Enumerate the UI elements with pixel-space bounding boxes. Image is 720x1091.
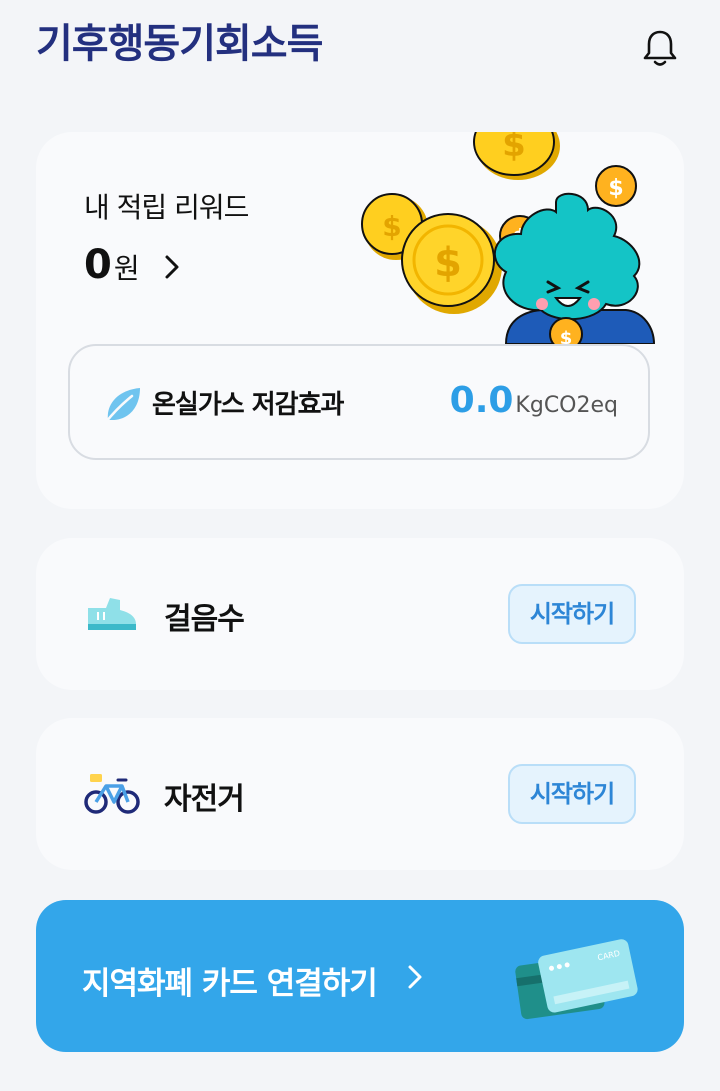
- start-walking-button[interactable]: 시작하기: [508, 584, 636, 644]
- leaf-icon: [104, 388, 140, 424]
- chevron-right-icon: [408, 965, 422, 989]
- svg-text:$: $: [382, 210, 401, 243]
- card-link-label: 지역화폐 카드 연결하기: [82, 966, 378, 1002]
- bell-icon[interactable]: [638, 26, 682, 70]
- mascot-coins-illustration: $ $ $ $ $: [361, 132, 656, 344]
- activity-label: 걸음수: [164, 602, 245, 637]
- start-bicycle-button[interactable]: 시작하기: [508, 764, 636, 824]
- reward-amount-link[interactable]: 0 원: [84, 242, 182, 292]
- bicycle-icon: [84, 774, 140, 814]
- ghg-value-group: 0.0 KgCO2eq: [450, 380, 618, 421]
- svg-text:$: $: [608, 176, 623, 201]
- ghg-label: 온실가스 저감효과: [152, 390, 344, 420]
- reward-card: 내 적립 리워드 0 원 $ $ $ $ $ 온실가스 저감효과 0.0 KgC…: [36, 132, 684, 509]
- shoe-icon: [88, 598, 136, 630]
- svg-text:$: $: [502, 132, 526, 165]
- svg-text:$: $: [434, 240, 462, 286]
- reward-title: 내 적립 리워드: [84, 191, 249, 224]
- svg-text:$: $: [560, 328, 573, 344]
- app-logo: 기후행동기회소득: [36, 21, 323, 67]
- ghg-value: 0.0: [449, 380, 514, 421]
- reward-amount: 0: [84, 242, 112, 288]
- activity-card-bicycle: 자전거 시작하기: [36, 718, 684, 870]
- ghg-unit: KgCO2eq: [515, 393, 618, 418]
- card-icon: CARD: [515, 939, 638, 1020]
- activity-card-walking: 걸음수 시작하기: [36, 538, 684, 690]
- header: 기후행동기회소득: [0, 0, 720, 100]
- activity-label: 자전거: [164, 782, 245, 817]
- ghg-reduction-box: 온실가스 저감효과 0.0 KgCO2eq: [68, 344, 650, 460]
- reward-unit: 원: [113, 252, 140, 285]
- chevron-right-icon: [165, 255, 179, 279]
- connect-local-currency-card-button[interactable]: 지역화폐 카드 연결하기 CARD: [36, 900, 684, 1052]
